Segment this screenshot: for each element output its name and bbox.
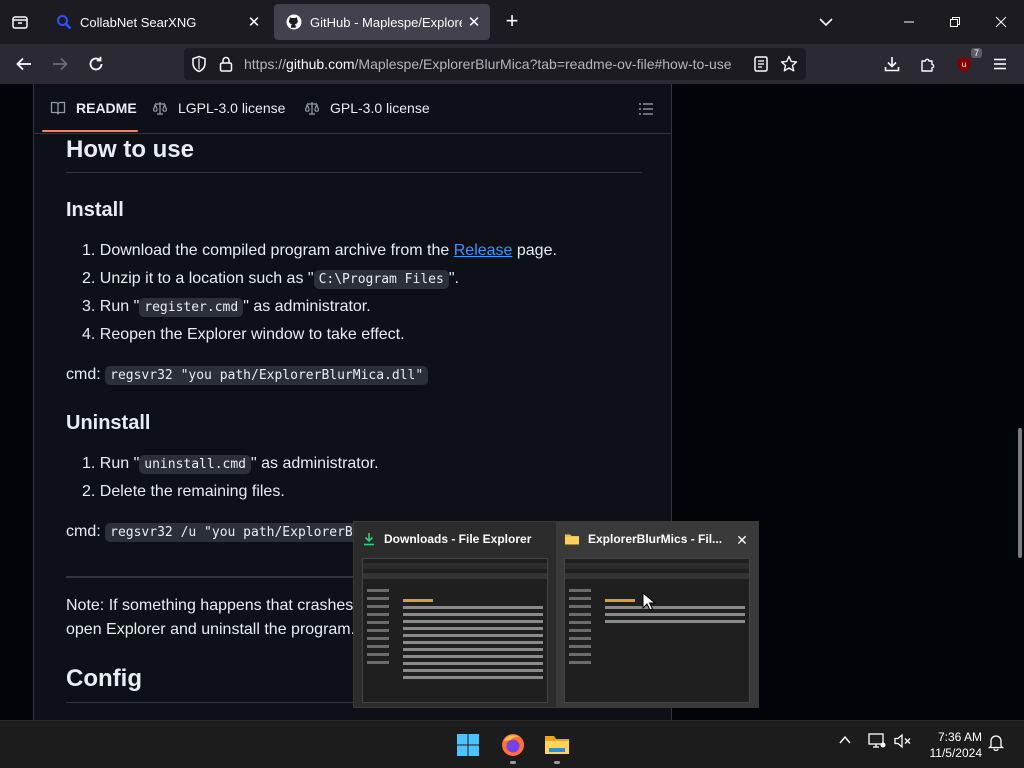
heading-install: Install xyxy=(66,199,124,221)
install-step-3: 3. Run " register.cmd " as administrator. xyxy=(82,298,371,317)
outline-list-icon[interactable] xyxy=(638,101,654,117)
tab-lgpl-license[interactable]: LGPL-3.0 license xyxy=(152,100,285,116)
book-icon xyxy=(50,101,66,115)
note-line-2: open Explorer and uninstall the program. xyxy=(66,621,356,638)
show-hidden-icons-chevron-icon[interactable] xyxy=(838,733,852,752)
close-thumbnail-icon[interactable]: ✕ xyxy=(734,532,750,548)
github-icon xyxy=(286,14,302,30)
hamburger-menu-icon[interactable] xyxy=(986,50,1014,78)
tab-gpl-license[interactable]: GPL-3.0 license xyxy=(304,100,430,116)
reload-icon[interactable] xyxy=(82,50,110,78)
shield-icon[interactable] xyxy=(190,55,208,73)
heading-how-to-use: How to use xyxy=(66,136,195,163)
release-link[interactable]: Release xyxy=(454,242,513,259)
close-window-icon[interactable] xyxy=(978,0,1024,44)
page-scrollbar-thumb[interactable] xyxy=(1018,428,1022,558)
active-tab-indicator xyxy=(42,130,138,132)
network-icon[interactable] xyxy=(868,733,886,754)
uninstall-step-1: 1. Run " uninstall.cmd " as administrator. xyxy=(82,455,379,474)
heading-uninstall: Uninstall xyxy=(66,412,151,434)
firefox-icon[interactable] xyxy=(497,729,529,764)
url-text: https://github.com/Maplespe/ExplorerBlur… xyxy=(244,56,732,72)
back-arrow-icon[interactable] xyxy=(10,50,38,78)
tab-title: GitHub - Maplespe/ExplorerBlurMica: Remo… xyxy=(310,14,462,30)
system-clock[interactable]: 7:36 AM 11/5/2024 xyxy=(918,729,983,761)
extension-badge: 7 xyxy=(970,48,982,58)
forward-arrow-icon[interactable] xyxy=(46,50,74,78)
thumbnail-downloads-window[interactable]: Downloads - File Explorer xyxy=(354,522,555,707)
navigation-toolbar: https://github.com/Maplespe/ExplorerBlur… xyxy=(0,44,1024,84)
restore-icon[interactable] xyxy=(932,0,978,44)
minimize-icon[interactable] xyxy=(886,0,932,44)
searxng-icon xyxy=(57,15,72,30)
mouse-cursor-icon xyxy=(642,592,656,611)
address-bar[interactable]: https://github.com/Maplespe/ExplorerBlur… xyxy=(184,48,806,80)
uninstall-step-2: 2. Delete the remaining files. xyxy=(82,483,285,500)
volume-muted-icon[interactable] xyxy=(894,733,912,754)
taskbar-thumbnail-popup: Downloads - File Explorer ExplorerBlurMi… xyxy=(353,521,759,708)
inline-code: regsvr32 "you path/ExplorerBlurMica.dll" xyxy=(105,366,429,385)
new-tab-plus-icon[interactable]: + xyxy=(500,10,524,34)
folder-icon xyxy=(565,534,579,545)
tab-github[interactable]: GitHub - Maplespe/ExplorerBlurMica: Remo… xyxy=(274,4,490,40)
inline-code: uninstall.cmd xyxy=(139,455,252,474)
inline-code: C:\Program Files xyxy=(313,270,449,289)
inline-code: register.cmd xyxy=(139,298,244,317)
tab-list-icon[interactable] xyxy=(8,10,32,34)
windows-start-icon[interactable] xyxy=(452,729,484,761)
svg-text:u: u xyxy=(962,60,966,69)
ublock-origin-icon[interactable]: u 7 xyxy=(950,48,982,78)
thumbnail-explorerblurmica-window[interactable]: ExplorerBlurMics - Fil... ✕ xyxy=(556,522,758,707)
install-step-4: 4. Reopen the Explorer window to take ef… xyxy=(82,326,405,343)
install-cmd: cmd: regsvr32 "you path/ExplorerBlurMica… xyxy=(66,363,429,388)
law-icon xyxy=(152,102,168,115)
list-all-tabs-chevron-icon[interactable] xyxy=(814,10,838,34)
heading-divider xyxy=(66,172,642,173)
tab-searxng[interactable]: CollabNet SearXNG ✕ xyxy=(44,4,270,40)
tab-readme[interactable]: README xyxy=(50,100,137,116)
download-icon xyxy=(364,533,374,546)
reader-view-icon[interactable] xyxy=(752,55,770,73)
install-step-1: 1. Download the compiled program archive… xyxy=(82,242,557,259)
downloads-icon[interactable] xyxy=(878,50,906,78)
windows-taskbar: 7:36 AM 11/5/2024 xyxy=(0,720,1024,768)
window-preview xyxy=(564,558,750,703)
clock-date: 11/5/2024 xyxy=(929,746,983,760)
install-step-2: 2. Unzip it to a location such as " C:\Pr… xyxy=(82,270,459,289)
lock-icon[interactable] xyxy=(218,55,234,73)
clock-time: 7:36 AM xyxy=(937,730,982,744)
window-preview xyxy=(362,558,548,703)
heading-config: Config xyxy=(66,665,142,692)
notification-bell-icon[interactable] xyxy=(987,733,1005,756)
thumbnail-title: ExplorerBlurMics - Fil... xyxy=(588,532,723,546)
bookmark-star-icon[interactable] xyxy=(780,55,798,73)
law-icon xyxy=(304,102,320,115)
file-explorer-icon[interactable] xyxy=(541,729,573,764)
tab-title: CollabNet SearXNG xyxy=(80,14,197,30)
readme-tab-bar: README LGPL-3.0 license GPL-3.0 license xyxy=(34,84,671,134)
extensions-puzzle-icon[interactable] xyxy=(914,50,942,78)
browser-tab-strip: CollabNet SearXNG ✕ GitHub - Maplespe/Ex… xyxy=(0,0,1024,44)
thumbnail-title: Downloads - File Explorer xyxy=(384,532,532,546)
close-tab-icon[interactable]: ✕ xyxy=(242,10,266,34)
close-tab-icon[interactable]: ✕ xyxy=(462,10,486,34)
